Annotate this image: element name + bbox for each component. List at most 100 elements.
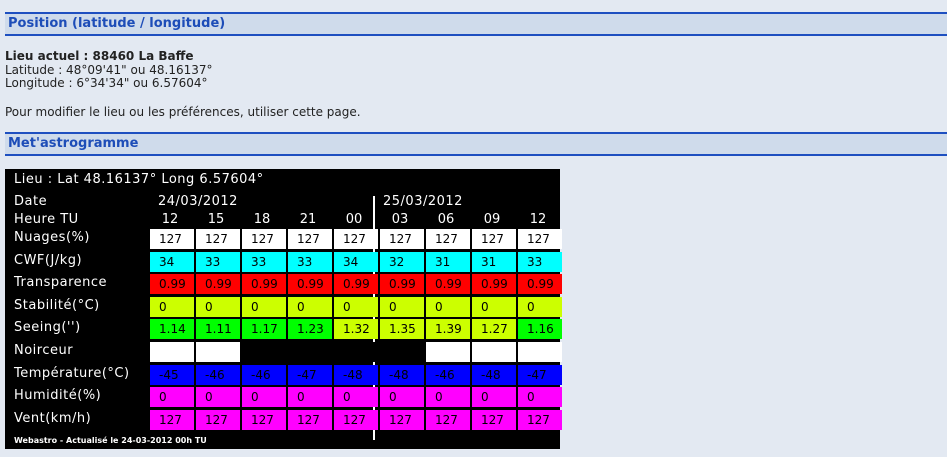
cell: 127 xyxy=(472,409,516,430)
cell: 0.99 xyxy=(472,274,516,295)
cell: 33 xyxy=(242,251,286,272)
cell: 1.23 xyxy=(288,319,332,340)
cell: 0.99 xyxy=(242,274,286,295)
hour-label-0: 12 xyxy=(161,212,179,227)
preferences-note: Pour modifier le lieu ou les préférences… xyxy=(5,105,361,119)
astrogramme-image: Lieu : Lat 48.16137° Long 6.57604° Date … xyxy=(5,169,562,449)
cell xyxy=(334,342,378,362)
hour-label-6: 06 xyxy=(437,212,455,227)
row-label: Humidité(%) xyxy=(14,388,102,404)
cell: -46 xyxy=(242,364,286,385)
cell: 127 xyxy=(334,229,378,249)
row-label: Noirceur xyxy=(14,343,74,358)
cell: 127 xyxy=(242,409,286,430)
hour-label-8: 12 xyxy=(529,212,547,227)
hour-label-5: 03 xyxy=(391,212,409,227)
cell: 127 xyxy=(288,229,332,249)
cell xyxy=(472,342,516,362)
cell: -48 xyxy=(334,364,378,385)
cell: 0.99 xyxy=(426,274,470,295)
cell: 127 xyxy=(150,409,194,430)
cell: 127 xyxy=(242,229,286,249)
row-label: Vent(km/h) xyxy=(14,410,92,426)
cell: 1.16 xyxy=(518,319,562,340)
cell: 0 xyxy=(288,387,332,408)
longitude: Longitude : 6°34'34" ou 6.57604° xyxy=(5,76,208,90)
cell: 127 xyxy=(380,409,424,430)
cell: 127 xyxy=(334,409,378,430)
cell xyxy=(196,342,240,362)
row-label: Stabilité(°C) xyxy=(14,297,100,313)
cell: 127 xyxy=(472,229,516,249)
cell: 33 xyxy=(518,251,562,272)
cell: -48 xyxy=(472,364,516,385)
cell: 0 xyxy=(472,387,516,408)
section-header-astrogramme: Met'astrogramme xyxy=(5,132,947,156)
cell: -47 xyxy=(518,364,562,385)
cell: 1.14 xyxy=(150,319,194,340)
cell xyxy=(380,342,424,362)
cell: 1.27 xyxy=(472,319,516,340)
cell xyxy=(242,342,286,362)
cell: 0 xyxy=(196,296,240,317)
cell: 0 xyxy=(380,387,424,408)
cell: 31 xyxy=(472,251,516,272)
cell: 0 xyxy=(242,296,286,317)
cell: 127 xyxy=(518,229,562,249)
cell: -46 xyxy=(196,364,240,385)
cell: 0 xyxy=(426,296,470,317)
cell: 127 xyxy=(150,229,194,249)
cell: 0 xyxy=(242,387,286,408)
cell: 33 xyxy=(196,251,240,272)
astro-location: Lieu : Lat 48.16137° Long 6.57604° xyxy=(14,172,264,187)
cell xyxy=(150,342,194,362)
cell: -45 xyxy=(150,364,194,385)
row-label: Seeing('') xyxy=(14,320,81,336)
cell: 127 xyxy=(196,409,240,430)
cell: 0.99 xyxy=(334,274,378,295)
hour-label: Heure TU xyxy=(14,212,79,227)
cell: 31 xyxy=(426,251,470,272)
cell: 127 xyxy=(518,409,562,430)
cell: 1.11 xyxy=(196,319,240,340)
cell: 0 xyxy=(334,296,378,317)
cell: 32 xyxy=(380,251,424,272)
cell xyxy=(426,342,470,362)
cell: 127 xyxy=(426,229,470,249)
cell: 1.17 xyxy=(242,319,286,340)
row-label: Transparence xyxy=(14,275,108,291)
date-1: 24/03/2012 xyxy=(158,194,238,209)
hour-label-7: 09 xyxy=(483,212,501,227)
cell: 0 xyxy=(426,387,470,408)
cell: 0 xyxy=(334,387,378,408)
hour-label-2: 18 xyxy=(253,212,271,227)
cell: 0 xyxy=(150,296,194,317)
cell: 1.35 xyxy=(380,319,424,340)
cell: -46 xyxy=(426,364,470,385)
cell: 0 xyxy=(150,387,194,408)
cell: 0.99 xyxy=(518,274,562,295)
hour-label-4: 00 xyxy=(345,212,363,227)
cell: 1.39 xyxy=(426,319,470,340)
cell: 0 xyxy=(472,296,516,317)
cell: -48 xyxy=(380,364,424,385)
cell: 0 xyxy=(518,387,562,408)
astro-footer: Webastro - Actualisé le 24-03-2012 00h T… xyxy=(14,436,207,445)
cell: 127 xyxy=(426,409,470,430)
cell: 0.99 xyxy=(150,274,194,295)
cell: 0 xyxy=(196,387,240,408)
cell: 0 xyxy=(288,296,332,317)
date-label: Date xyxy=(14,194,48,209)
row-label: Nuages(%) xyxy=(14,230,90,245)
cell: 0.99 xyxy=(380,274,424,295)
row-label: Température(°C) xyxy=(14,365,130,381)
hour-label-3: 21 xyxy=(299,212,317,227)
cell: 33 xyxy=(288,251,332,272)
current-location: Lieu actuel : 88460 La Baffe xyxy=(5,49,194,63)
cell: 34 xyxy=(150,251,194,272)
cell: 34 xyxy=(334,251,378,272)
cell: 0 xyxy=(380,296,424,317)
cell: 127 xyxy=(288,409,332,430)
cell: -47 xyxy=(288,364,332,385)
row-label: CWF(J/kg) xyxy=(14,252,83,268)
